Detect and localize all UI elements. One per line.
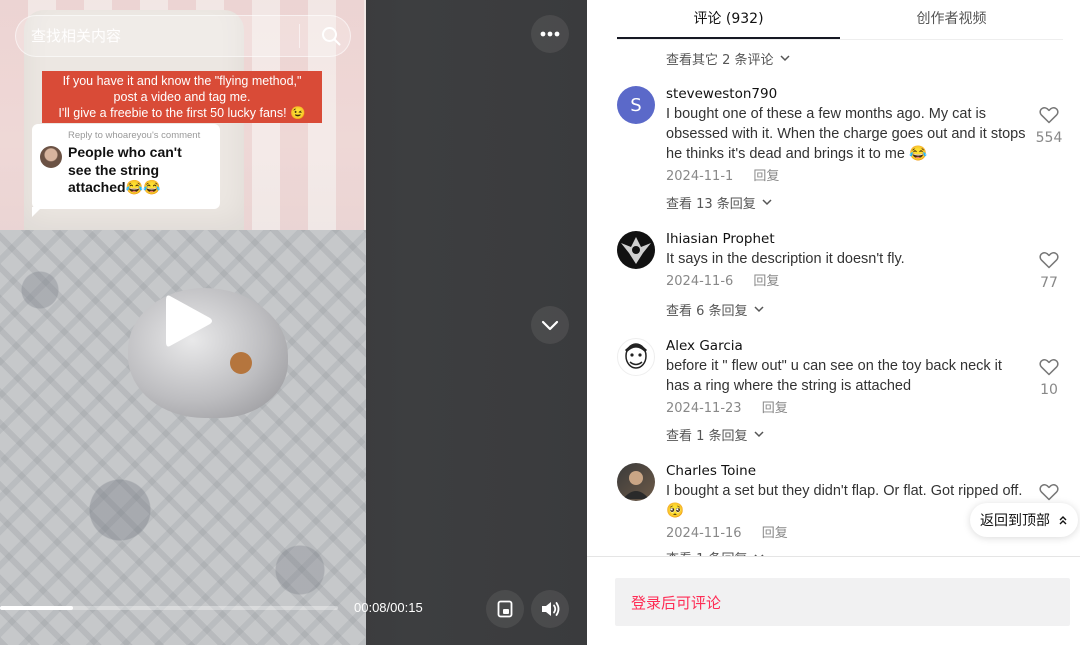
play-icon [166,295,212,347]
chevron-down-icon [762,199,772,206]
volume-button[interactable] [531,590,569,628]
video-toy [230,352,252,374]
view-replies-label: 查看 1 条回复 [666,429,748,444]
video-time: 00:08/00:15 [354,600,423,615]
like-button[interactable]: 77 [1029,251,1069,291]
view-replies-label: 查看 1 条回复 [666,548,748,556]
comments-panel: 评论 (932) 创作者视频 查看其它 2 条评论 S steveweston7… [587,0,1080,645]
chevron-down-icon [780,55,790,62]
avatar[interactable] [617,338,655,376]
reply-button[interactable]: 回复 [753,169,779,184]
reply-button[interactable]: 回复 [762,401,788,416]
view-more-comments-label: 查看其它 2 条评论 [666,53,774,68]
chevron-down-icon [754,306,764,313]
heart-icon [1039,107,1059,124]
floating-window-icon [497,600,513,618]
reply-sticker-meta: Reply to whoareyou's comment [68,130,201,141]
comment-username[interactable]: Alex Garcia [666,338,1026,354]
volume-icon [542,602,560,616]
reply-sticker-avatar [40,146,62,168]
double-chevron-up-icon [1059,516,1067,525]
comment-date: 2024-11-23 [666,401,742,416]
tab-comments[interactable]: 评论 (932) [617,0,840,39]
view-replies-link[interactable]: 查看 6 条回复 [666,300,764,319]
comment-date: 2024-11-16 [666,526,742,541]
heart-icon [1039,252,1059,269]
view-replies-link[interactable]: 查看 13 条回复 [666,193,772,212]
back-to-top-button[interactable]: 返回到顶部 [970,503,1078,537]
comment-meta: 2024-11-6 回复 [666,273,1026,291]
comment-list: 查看其它 2 条评论 S steveweston790 I bought one… [587,40,1080,556]
video-caption-banner: If you have it and know the "flying meth… [42,71,322,123]
back-to-top-label: 返回到顶部 [980,513,1050,529]
more-dots-icon [540,31,560,37]
comment-text: before it " flew out" u can see on the t… [666,358,1002,394]
comment-body: Charles Toine I bought a set but they di… [666,463,1026,543]
video-frame[interactable]: If you have it and know the "flying meth… [0,0,366,645]
reply-sticker-line: attached😂😂 [68,179,161,195]
like-count: 77 [1040,275,1058,291]
avatar-face-icon [624,343,648,369]
heart-icon [1039,359,1059,376]
view-replies-link[interactable]: 查看 1 条回复 [666,548,764,556]
caption-line: I'll give a freebie to the first 50 luck… [58,106,306,120]
like-button[interactable]: 10 [1029,358,1069,398]
reply-button[interactable]: 回复 [753,274,779,289]
avatar[interactable]: S [617,86,655,124]
reply-sticker: Reply to whoareyou's comment People who … [32,124,220,217]
comment-username[interactable]: Charles Toine [666,463,1026,479]
comment-body: Alex Garcia before it " flew out" u can … [666,338,1026,418]
comment-meta: 2024-11-1 回复 [666,168,1026,186]
heart-icon [1039,484,1059,501]
view-more-comments-link[interactable]: 查看其它 2 条评论 [666,49,790,68]
comment-text: It says in the description it doesn't fl… [666,251,905,267]
chevron-down-icon [754,431,764,438]
avatar[interactable] [617,463,655,501]
comment-date: 2024-11-1 [666,169,734,184]
tab-creator-videos[interactable]: 创作者视频 [840,0,1063,39]
comment-username[interactable]: Ihiasian Prophet [666,231,1026,247]
comment-footer: 登录后可评论 [587,556,1080,645]
next-video-button[interactable] [531,306,569,344]
like-button[interactable]: 554 [1029,106,1069,146]
avatar-photo-icon [623,471,649,499]
reply-sticker-text: People who can't see the string attached… [68,144,212,197]
comment-username[interactable]: steveweston790 [666,86,1026,102]
video-progress-fill [0,606,74,610]
more-options-button[interactable] [531,15,569,53]
like-count: 10 [1040,382,1058,398]
search-input[interactable] [31,27,299,45]
login-to-comment-button[interactable]: 登录后可评论 [615,578,1070,626]
comment-meta: 2024-11-23 回复 [666,400,1026,418]
chevron-down-icon [541,320,559,331]
caption-line: post a video and tag me. [113,90,251,104]
avatar-letter: S [630,94,642,116]
like-count: 554 [1035,130,1063,146]
reply-sticker-line: People who can't [68,144,182,160]
comment-body: steveweston790 I bought one of these a f… [666,86,1026,186]
floating-player-button[interactable] [486,590,524,628]
view-replies-label: 查看 6 条回复 [666,304,748,319]
comment-date: 2024-11-6 [666,274,734,289]
view-replies-link[interactable]: 查看 1 条回复 [666,425,764,444]
reply-sticker-line: see the string [68,161,160,178]
video-progress-bar[interactable] [0,606,338,610]
search-divider [299,24,300,48]
search-box [15,15,351,57]
comment-text: I bought one of these a few months ago. … [666,106,1026,162]
avatar-emblem-icon [621,237,651,264]
search-icon [322,27,341,46]
search-button[interactable] [312,16,350,56]
reply-button[interactable]: 回复 [762,526,788,541]
comment-body: Ihiasian Prophet It says in the descript… [666,231,1026,291]
panel-tabs: 评论 (932) 创作者视频 [617,0,1063,40]
play-button[interactable] [160,292,216,350]
video-panel: If you have it and know the "flying meth… [0,0,587,645]
caption-line: If you have it and know the "flying meth… [62,74,302,88]
avatar[interactable] [617,231,655,269]
view-replies-label: 查看 13 条回复 [666,197,756,212]
